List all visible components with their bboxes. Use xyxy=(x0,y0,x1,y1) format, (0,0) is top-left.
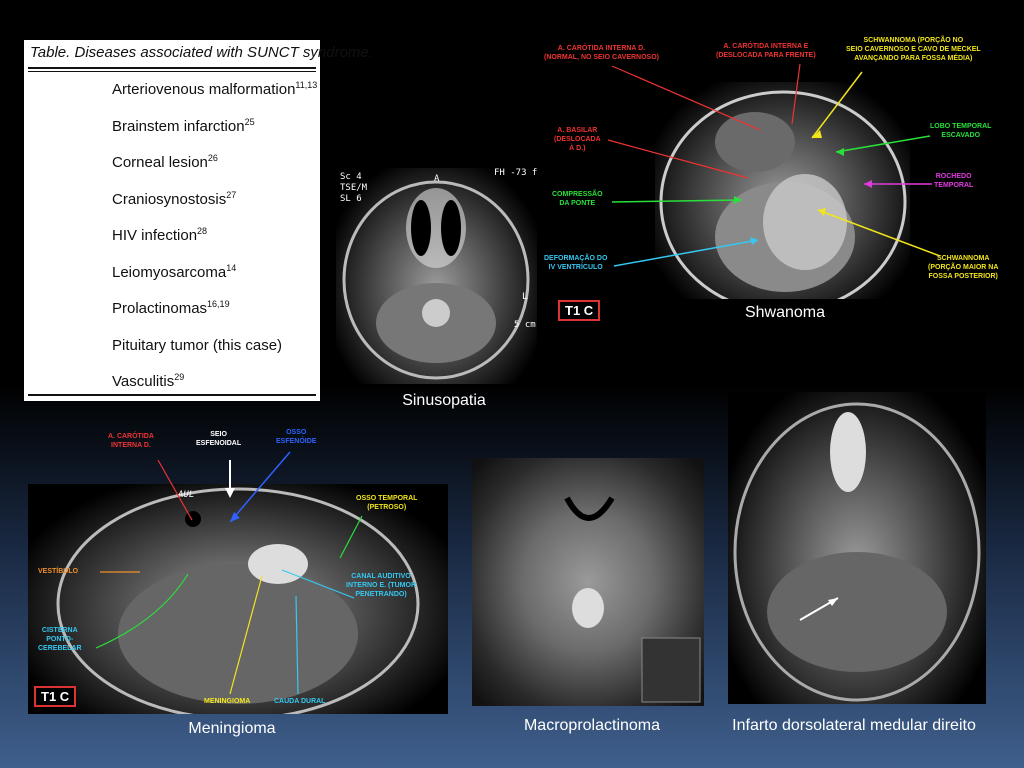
infarto-caption: Infarto dorsolateral medular direito xyxy=(732,717,976,734)
infarto-mri-image xyxy=(728,392,986,704)
infarto-scan-shapes xyxy=(733,402,981,702)
macroprolactinoma-scan-shapes xyxy=(564,496,701,703)
macroprolactinoma-caption: Macroprolactinoma xyxy=(523,717,661,734)
macroprolactinoma-mri-image xyxy=(472,458,704,706)
